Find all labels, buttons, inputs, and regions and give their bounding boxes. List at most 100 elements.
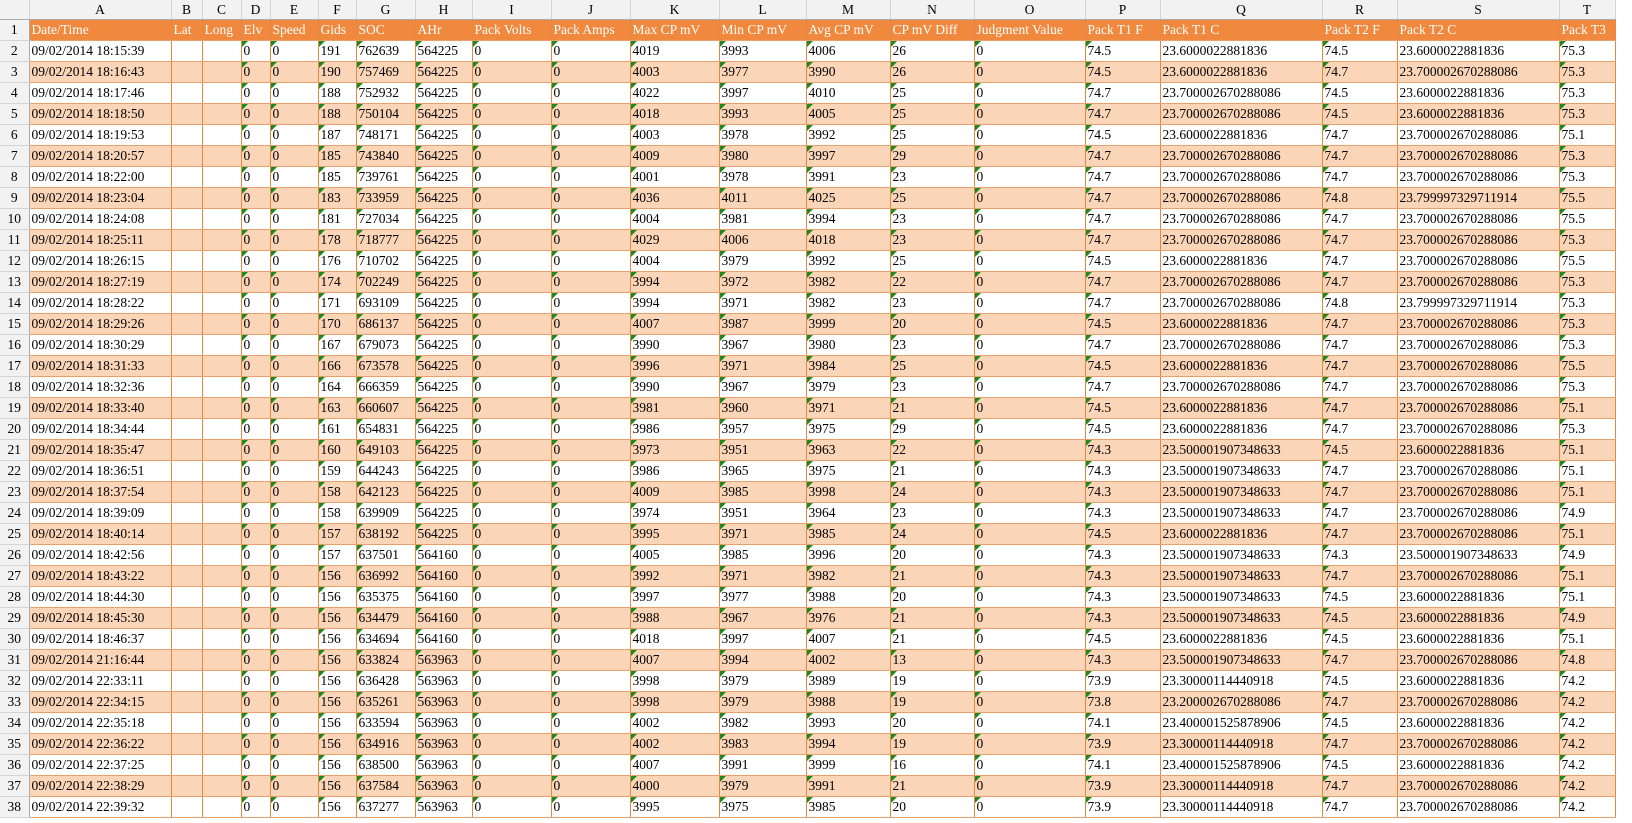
cell[interactable]: 564225 [415, 145, 473, 167]
cell[interactable]: 74.7 [1322, 313, 1398, 335]
cell[interactable] [171, 145, 203, 167]
cell[interactable]: 09/02/2014 18:24:08 [29, 208, 172, 230]
cell[interactable]: 25 [890, 82, 975, 104]
cell[interactable]: 3957 [719, 418, 807, 440]
cell[interactable]: 3985 [719, 481, 807, 503]
cell[interactable]: 0 [270, 628, 319, 650]
cell[interactable]: 23 [890, 229, 975, 251]
cell[interactable]: 636992 [356, 565, 416, 587]
row-number[interactable]: 29 [0, 607, 30, 629]
cell[interactable]: 4029 [630, 229, 720, 251]
cell[interactable]: 74.7 [1322, 166, 1398, 188]
cell[interactable]: 0 [551, 733, 631, 755]
cell[interactable]: 09/02/2014 18:27:19 [29, 271, 172, 293]
cell[interactable] [202, 439, 242, 461]
cell[interactable]: 23.6000022881836 [1160, 124, 1323, 146]
column-header-q[interactable]: Q [1160, 0, 1323, 20]
cell[interactable]: 4006 [719, 229, 807, 251]
cell[interactable]: 09/02/2014 18:36:51 [29, 460, 172, 482]
row-number[interactable]: 23 [0, 481, 30, 503]
cell[interactable]: 74.5 [1085, 628, 1161, 650]
cell[interactable]: 3951 [719, 439, 807, 461]
cell[interactable]: 0 [974, 754, 1086, 776]
cell[interactable]: 563963 [415, 733, 473, 755]
cell[interactable]: 74.5 [1322, 607, 1398, 629]
cell[interactable]: 634694 [356, 628, 416, 650]
cell[interactable]: 75.3 [1559, 103, 1616, 125]
cell[interactable]: 24 [890, 523, 975, 545]
cell[interactable]: 29 [890, 145, 975, 167]
cell[interactable]: 0 [472, 166, 552, 188]
cell[interactable] [171, 712, 203, 734]
cell[interactable]: 564225 [415, 124, 473, 146]
cell[interactable]: 23.30000114440918 [1160, 733, 1323, 755]
cell[interactable]: 0 [551, 691, 631, 713]
header-cell[interactable]: Max CP mV [630, 19, 720, 41]
cell[interactable]: 157 [318, 523, 357, 545]
cell[interactable]: 666359 [356, 376, 416, 398]
cell[interactable]: 3975 [806, 418, 891, 440]
cell[interactable] [171, 796, 203, 818]
header-cell[interactable]: CP mV Diff [890, 19, 975, 41]
cell[interactable]: 0 [270, 439, 319, 461]
cell[interactable]: 74.3 [1322, 544, 1398, 566]
cell[interactable] [202, 691, 242, 713]
cell[interactable]: 0 [551, 712, 631, 734]
cell[interactable]: 23.6000022881836 [1397, 754, 1560, 776]
row-number[interactable]: 15 [0, 313, 30, 335]
cell[interactable]: 0 [551, 124, 631, 146]
column-header-i[interactable]: I [472, 0, 552, 20]
cell[interactable] [171, 187, 203, 209]
row-number[interactable]: 1 [0, 19, 30, 41]
cell[interactable]: 0 [241, 355, 271, 377]
cell[interactable]: 0 [472, 796, 552, 818]
cell[interactable]: 0 [270, 754, 319, 776]
cell[interactable]: 23 [890, 208, 975, 230]
column-header-o[interactable]: O [974, 0, 1086, 20]
cell[interactable]: 0 [270, 292, 319, 314]
cell[interactable]: 19 [890, 733, 975, 755]
cell[interactable]: 3979 [719, 691, 807, 713]
cell[interactable]: 564225 [415, 250, 473, 272]
cell[interactable]: 0 [974, 376, 1086, 398]
cell[interactable]: 156 [318, 712, 357, 734]
cell[interactable]: 74.2 [1559, 796, 1616, 818]
cell[interactable]: 20 [890, 586, 975, 608]
cell[interactable]: 3989 [806, 670, 891, 692]
cell[interactable]: 0 [974, 502, 1086, 524]
cell[interactable]: 3975 [806, 460, 891, 482]
cell[interactable] [171, 292, 203, 314]
cell[interactable]: 3988 [630, 607, 720, 629]
cell[interactable]: 0 [551, 334, 631, 356]
cell[interactable] [202, 586, 242, 608]
row-number[interactable]: 5 [0, 103, 30, 125]
cell[interactable]: 0 [270, 250, 319, 272]
cell[interactable]: 636428 [356, 670, 416, 692]
cell[interactable]: 74.5 [1085, 418, 1161, 440]
cell[interactable] [171, 670, 203, 692]
cell[interactable]: 3971 [719, 523, 807, 545]
cell[interactable]: 649103 [356, 439, 416, 461]
cell[interactable]: 0 [270, 796, 319, 818]
cell[interactable]: 3978 [719, 124, 807, 146]
cell[interactable]: 564225 [415, 376, 473, 398]
cell[interactable]: 639909 [356, 502, 416, 524]
cell[interactable]: 564225 [415, 481, 473, 503]
cell[interactable]: 74.7 [1322, 208, 1398, 230]
row-number[interactable]: 35 [0, 733, 30, 755]
cell[interactable]: 0 [974, 418, 1086, 440]
cell[interactable]: 0 [472, 355, 552, 377]
cell[interactable]: 23.6000022881836 [1160, 418, 1323, 440]
cell[interactable]: 564225 [415, 208, 473, 230]
cell[interactable]: 09/02/2014 22:35:18 [29, 712, 172, 734]
cell[interactable]: 23.30000114440918 [1160, 670, 1323, 692]
cell[interactable]: 29 [890, 418, 975, 440]
cell[interactable]: 21 [890, 607, 975, 629]
cell[interactable]: 3993 [719, 103, 807, 125]
cell[interactable]: 74.5 [1322, 439, 1398, 461]
cell[interactable]: 0 [472, 733, 552, 755]
cell[interactable]: 74.3 [1085, 565, 1161, 587]
cell[interactable]: 74.2 [1559, 733, 1616, 755]
cell[interactable]: 0 [551, 628, 631, 650]
cell[interactable]: 23.6000022881836 [1397, 670, 1560, 692]
